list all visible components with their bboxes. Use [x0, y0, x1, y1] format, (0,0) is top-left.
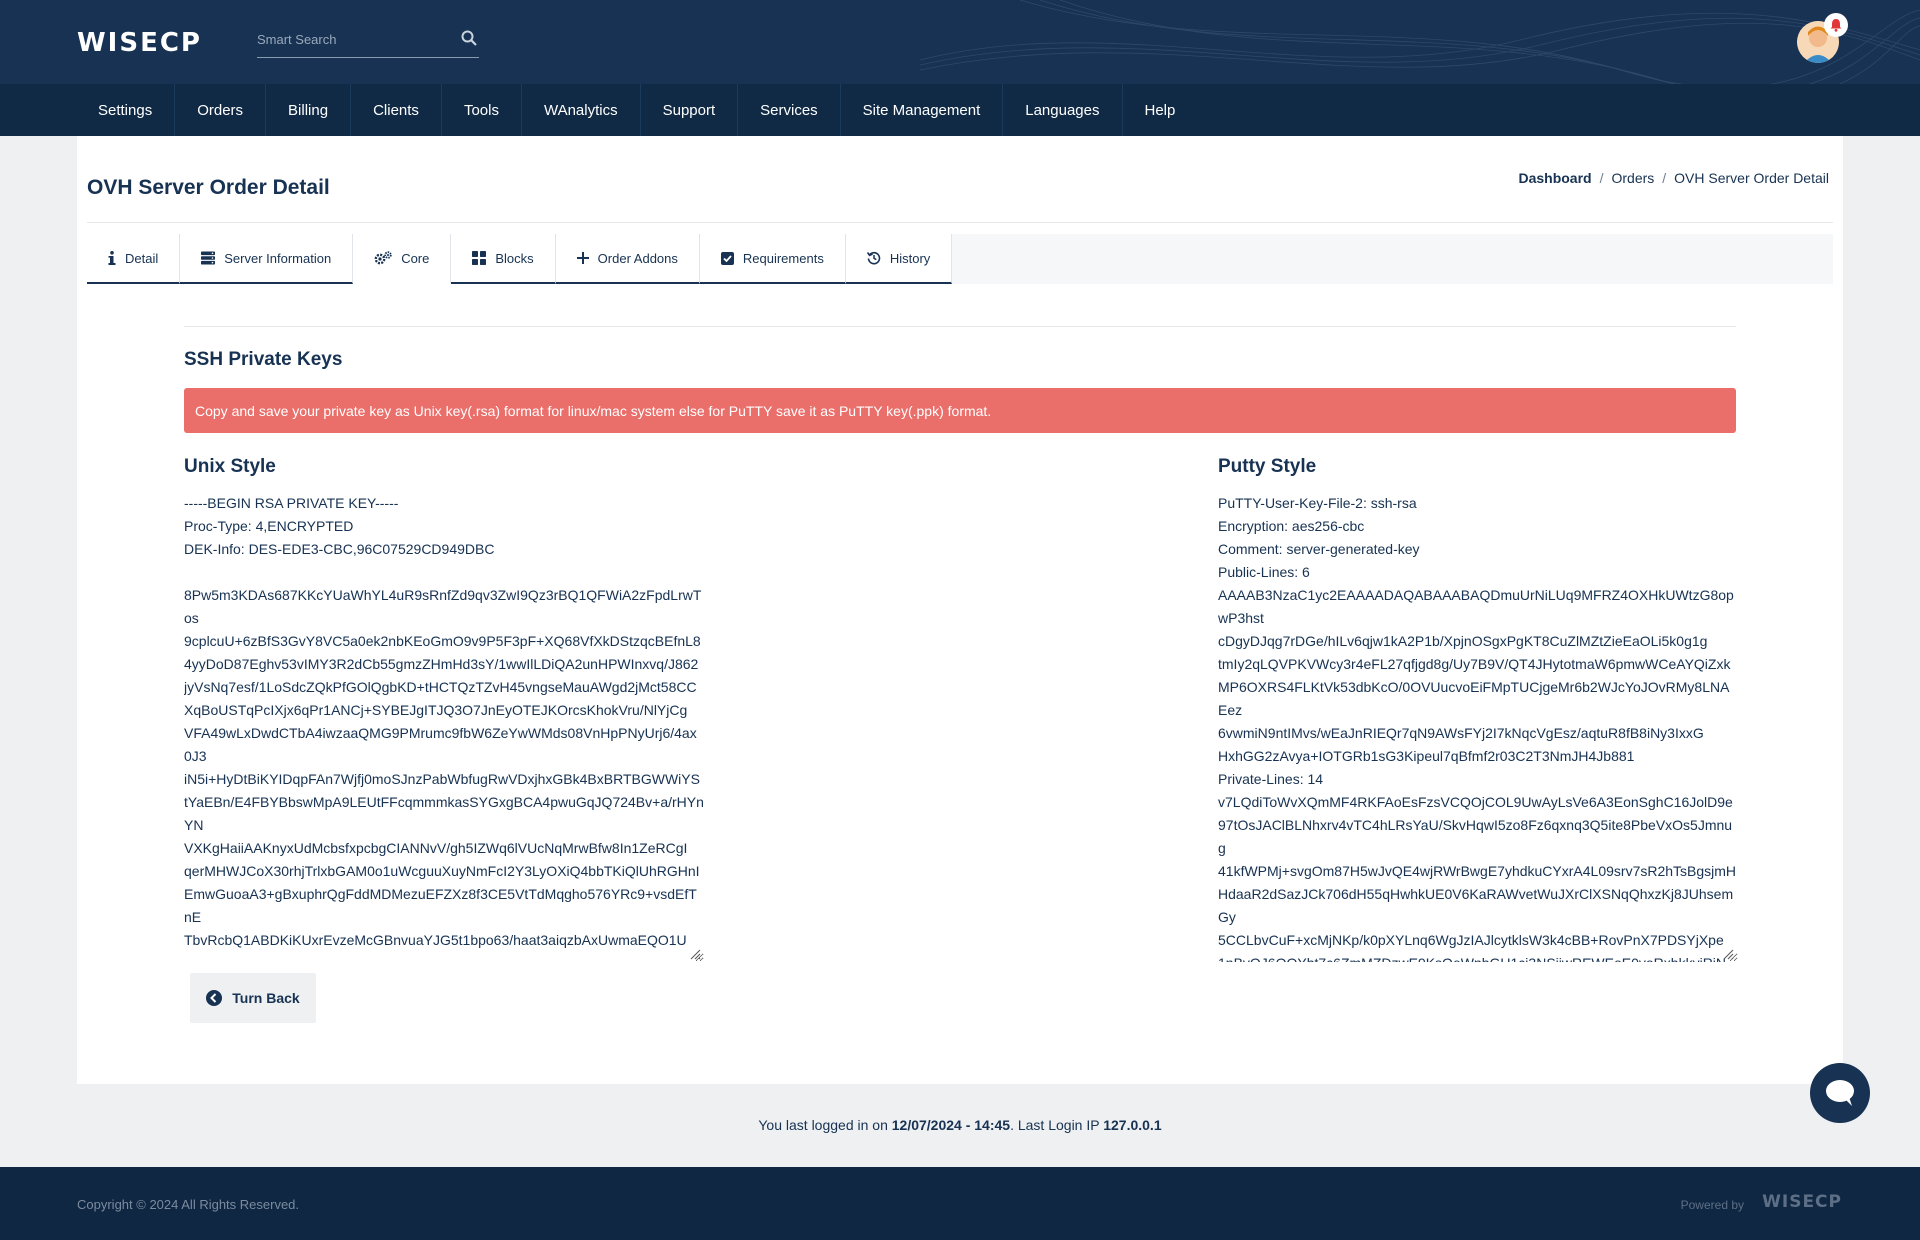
- nav-item-settings[interactable]: Settings: [76, 84, 176, 136]
- last-login-datetime: 12/07/2024 - 14:45: [891, 1117, 1011, 1133]
- server-icon: [201, 251, 216, 265]
- section-divider: [184, 326, 1736, 327]
- info-icon: [108, 251, 116, 265]
- powered-by-text: Powered by: [1680, 1198, 1744, 1212]
- last-login-info: You last logged in on 12/07/2024 - 14:45…: [0, 1117, 1920, 1133]
- tab-core[interactable]: Core: [353, 234, 452, 284]
- putty-key-textarea[interactable]: PuTTY-User-Key-File-2: ssh-rsa Encryptio…: [1218, 492, 1738, 962]
- tab-label: Detail: [125, 250, 159, 266]
- nav-item-help[interactable]: Help: [1123, 84, 1198, 136]
- content-card: OVH Server Order Detail Dashboard / Orders…: [77, 136, 1843, 1084]
- arrow-circle-left-icon: [206, 990, 223, 1006]
- breadcrumb-dashboard[interactable]: Dashboard: [1518, 170, 1591, 186]
- tab-blocks[interactable]: Blocks: [451, 234, 556, 284]
- blocks-icon: [472, 251, 487, 265]
- nav-item-support[interactable]: Support: [641, 84, 739, 136]
- turn-back-button[interactable]: Turn Back: [190, 973, 316, 1023]
- main-navigation: Settings Orders Billing Clients Tools WA…: [0, 84, 1920, 136]
- nav-item-wanalytics[interactable]: WAnalytics: [522, 84, 641, 136]
- gears-icon: [374, 251, 392, 265]
- nav-item-tools[interactable]: Tools: [442, 84, 522, 136]
- last-login-ip: 127.0.0.1: [1103, 1117, 1162, 1133]
- check-square-icon: [720, 251, 734, 265]
- live-chat-button[interactable]: [1810, 1063, 1870, 1123]
- tab-label: Core: [401, 250, 430, 266]
- plus-icon: [576, 252, 589, 264]
- tab-detail[interactable]: Detail: [87, 234, 181, 284]
- title-divider: [87, 222, 1833, 223]
- tab-label: Server Information: [224, 250, 332, 266]
- resize-handle-icon[interactable]: [689, 948, 701, 960]
- tab-label: History: [889, 250, 931, 266]
- page-title: OVH Server Order Detail: [87, 176, 330, 199]
- unix-style-title: Unix Style: [184, 456, 276, 477]
- tab-label: Blocks: [495, 250, 534, 266]
- top-header: WISECP: [0, 0, 1920, 84]
- copyright-text: Copyright © 2024 All Rights Reserved.: [77, 1197, 300, 1212]
- alert-message: Copy and save your private key as Unix k…: [184, 388, 1736, 433]
- tab-label: Order Addons: [597, 250, 678, 266]
- wisecp-logo[interactable]: WISECP: [77, 28, 202, 58]
- nav-item-billing[interactable]: Billing: [266, 84, 352, 136]
- last-login-prefix: You last logged in on: [758, 1117, 892, 1133]
- page-footer: Copyright © 2024 All Rights Reserved. Po…: [0, 1167, 1920, 1240]
- turn-back-label: Turn Back: [232, 990, 300, 1006]
- breadcrumb-separator: /: [1662, 170, 1667, 186]
- nav-item-site-management[interactable]: Site Management: [841, 84, 1004, 136]
- chat-bubble-icon: [1826, 1080, 1854, 1106]
- search-input[interactable]: [257, 22, 447, 56]
- smart-search: [257, 22, 479, 58]
- breadcrumb-current: OVH Server Order Detail: [1674, 170, 1829, 186]
- tab-history[interactable]: History: [845, 234, 953, 284]
- tab-label: Requirements: [742, 250, 824, 266]
- nav-item-services[interactable]: Services: [738, 84, 841, 136]
- tab-order-addons[interactable]: Order Addons: [555, 234, 700, 284]
- breadcrumb: Dashboard / Orders / OVH Server Order Detail: [1518, 170, 1829, 186]
- header-wave-decoration: [920, 0, 1920, 84]
- tab-server-information[interactable]: Server Information: [180, 234, 354, 284]
- footer-wisecp-logo[interactable]: WISECP: [1762, 1192, 1842, 1212]
- unix-key-textarea[interactable]: -----BEGIN RSA PRIVATE KEY----- Proc-Typ…: [184, 492, 704, 962]
- nav-item-orders[interactable]: Orders: [175, 84, 267, 136]
- putty-style-title: Putty Style: [1218, 456, 1317, 477]
- last-login-middle: . Last Login IP: [1010, 1117, 1104, 1133]
- breadcrumb-orders[interactable]: Orders: [1611, 170, 1654, 186]
- nav-item-clients[interactable]: Clients: [351, 84, 442, 136]
- history-icon: [866, 251, 881, 265]
- notification-bell-icon[interactable]: [1824, 13, 1848, 37]
- resize-handle-icon[interactable]: [1722, 948, 1734, 960]
- search-icon[interactable]: [461, 30, 477, 51]
- section-title: SSH Private Keys: [184, 349, 343, 370]
- tab-requirements[interactable]: Requirements: [699, 234, 846, 284]
- nav-item-languages[interactable]: Languages: [1003, 84, 1123, 136]
- order-tabs: Detail Server Information Core Blocks Or…: [87, 234, 1833, 284]
- breadcrumb-separator: /: [1599, 170, 1604, 186]
